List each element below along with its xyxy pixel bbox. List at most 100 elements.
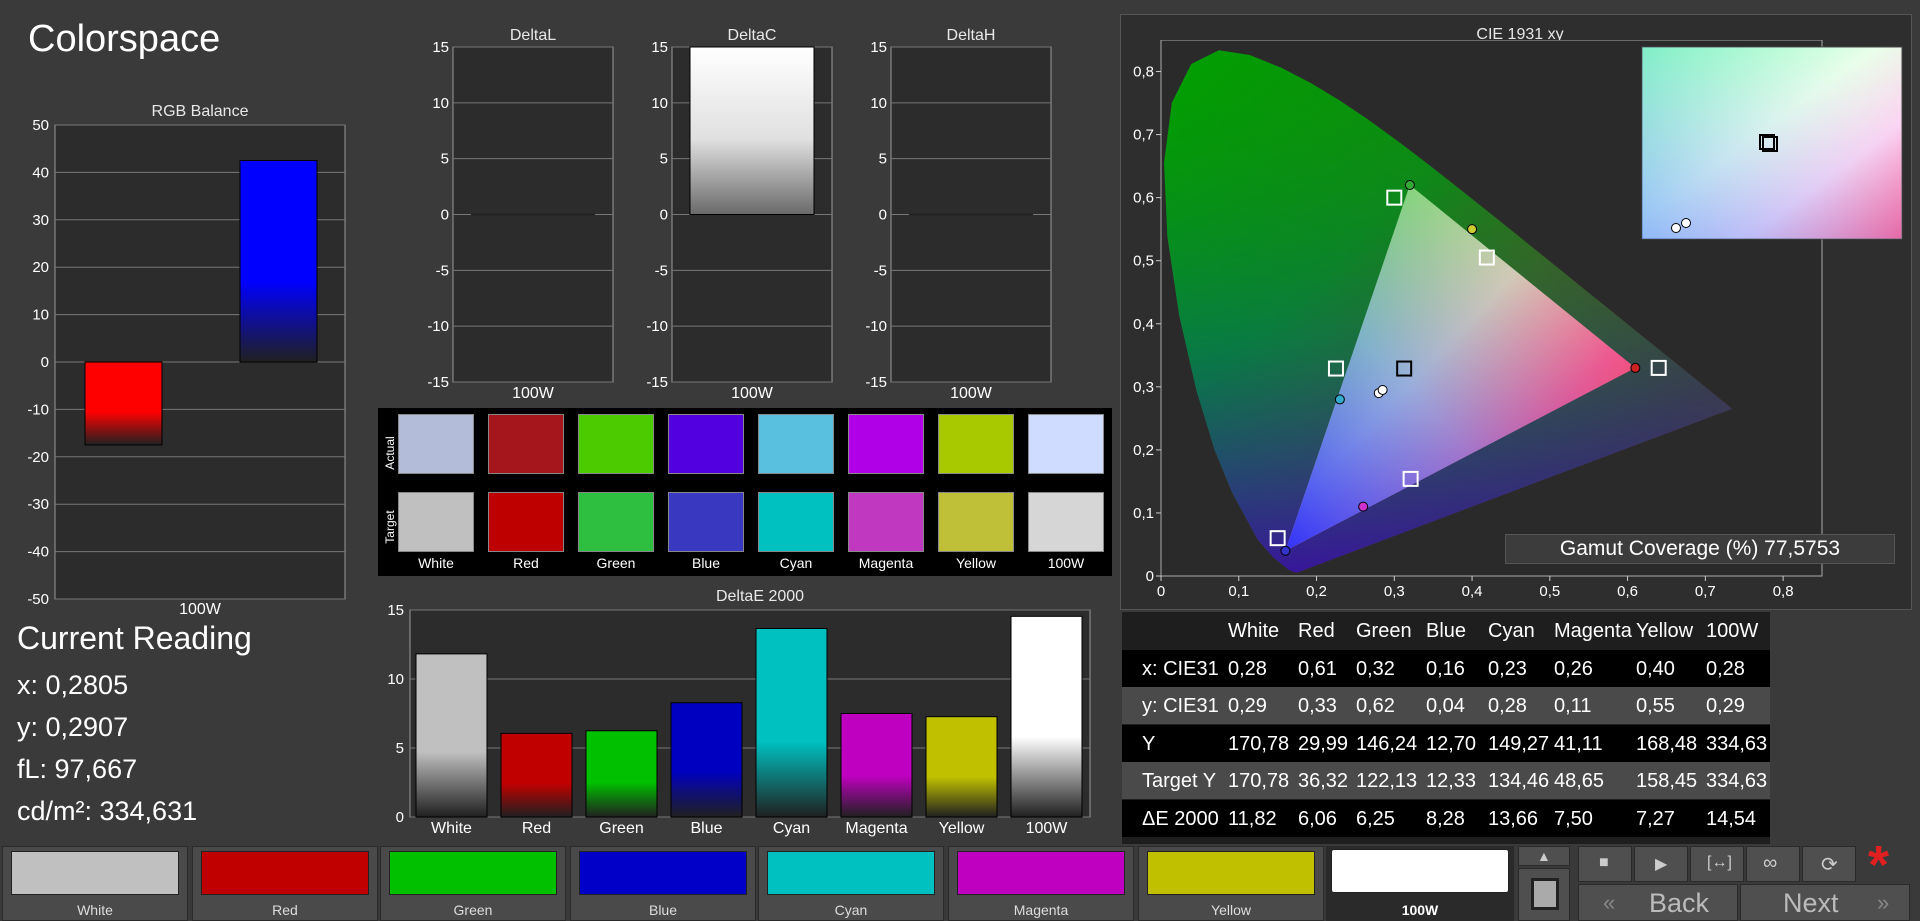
- actual-swatch-blue: [668, 414, 744, 474]
- table-cell: 134,46: [1488, 770, 1550, 792]
- y-tick-label: 5: [660, 151, 668, 168]
- infinity-icon: ∞: [1763, 852, 1778, 874]
- play-button[interactable]: ▶: [1634, 846, 1688, 882]
- table-row: Y 170,78 29,99 146,24 12,70 149,27 41,11 168,48…: [1122, 724, 1770, 762]
- back-button[interactable]: « Back: [1578, 884, 1738, 921]
- swatch-label: Cyan: [779, 555, 813, 571]
- y-tick-label: 40: [32, 164, 49, 181]
- row-label: x: CIE31: [1142, 657, 1219, 680]
- stop-icon: ■: [1599, 854, 1609, 871]
- y-tick-label: -5: [436, 262, 449, 279]
- next-button[interactable]: Next »: [1740, 884, 1910, 921]
- patch-label: Green: [453, 902, 493, 918]
- refresh-button[interactable]: ⟳: [1802, 846, 1856, 882]
- y-tick-label: 0: [396, 809, 404, 826]
- table-cell: 36,32: [1298, 770, 1349, 792]
- x-tick-label: 100W: [179, 601, 222, 615]
- gamut-coverage: Gamut Coverage (%) 77,5753: [1505, 534, 1895, 564]
- y-tick-label: 0,1: [1133, 505, 1154, 522]
- patch-color: [957, 851, 1125, 895]
- table-cell: 0,11: [1554, 695, 1592, 717]
- y-tick-label: 5: [441, 151, 449, 168]
- column-header: Blue: [1426, 620, 1467, 642]
- target-swatch-green: [578, 492, 654, 552]
- table-row: Target Y 170,78 36,32 122,13 12,33 134,46 48,6…: [1122, 762, 1770, 799]
- target-swatch-yellow: [938, 492, 1014, 552]
- loop-button[interactable]: ∞: [1746, 846, 1800, 882]
- patch-color: [1331, 849, 1509, 893]
- table-cell: 334,63: [1706, 732, 1768, 755]
- deltae-bar: [925, 716, 998, 818]
- table-cell: 0,40: [1636, 657, 1675, 680]
- table-row: y: CIE31 0,29 0,33 0,62 0,04 0,28 0,11 0,55 0,29: [1122, 687, 1770, 724]
- target-swatch-red: [488, 492, 564, 552]
- table-cell: 122,13: [1356, 770, 1418, 792]
- x-tick-label: 0,4: [1462, 583, 1483, 600]
- patch-label: Yellow: [1211, 902, 1251, 918]
- delta-chart: 15 10 5 0 -5 -10 -15 100W: [865, 40, 1052, 402]
- y-tick-label: 10: [870, 95, 887, 112]
- y-tick-label: -50: [27, 591, 49, 608]
- y-tick-label: 0,2: [1133, 442, 1154, 459]
- results-table: White Red Green Blue Cyan Magenta Yellow 100W x:…: [1122, 612, 1770, 844]
- y-tick-label: -10: [865, 318, 887, 335]
- table-cell: 0,29: [1706, 695, 1745, 717]
- table-cell: 158,45: [1636, 770, 1698, 792]
- current-reading-title: Current Reading: [17, 620, 252, 656]
- measured-point: [1404, 180, 1415, 191]
- y-tick-label: 5: [396, 740, 404, 757]
- step-icon: [↔]: [1707, 854, 1732, 871]
- row-label: Target Y: [1142, 770, 1217, 792]
- deltae-bar: [500, 732, 573, 818]
- x-tick-label: 0,7: [1695, 583, 1716, 600]
- actual-swatch-100w: [1028, 414, 1104, 474]
- table-cell: 0,62: [1356, 695, 1395, 717]
- column-header: White: [1228, 620, 1280, 642]
- table-cell: 48,65: [1554, 770, 1605, 792]
- y-tick-label: 15: [432, 40, 449, 56]
- actual-swatch-red: [488, 414, 564, 474]
- y-tick-label: 10: [651, 95, 668, 112]
- stop-button[interactable]: ■: [1578, 846, 1632, 882]
- x-tick-label: 0,3: [1384, 583, 1405, 600]
- x-tick-label: 0,6: [1617, 583, 1638, 600]
- scroll-up-button[interactable]: ▲: [1518, 846, 1570, 866]
- reading-cdm2: cd/m²: 334,631: [17, 796, 198, 826]
- patch-button-100w[interactable]: 100W: [1326, 846, 1514, 921]
- x-tick-label: 100W: [950, 385, 993, 402]
- patch-button-yellow[interactable]: Yellow: [1138, 846, 1324, 921]
- swatch-label: Blue: [691, 555, 721, 571]
- y-tick-label: 10: [32, 307, 49, 324]
- patch-button-red[interactable]: Red: [192, 846, 378, 921]
- step-button[interactable]: [↔]: [1690, 846, 1744, 882]
- column-header: Magenta: [1554, 620, 1632, 642]
- x-tick-label: 0: [1157, 583, 1165, 600]
- actual-swatch-white: [398, 414, 474, 474]
- inset-measured-point: [1671, 223, 1681, 233]
- y-tick-label: 30: [32, 212, 49, 229]
- target-swatch-magenta: [848, 492, 924, 552]
- column-header: Cyan: [1488, 620, 1535, 642]
- play-icon: ▶: [1655, 856, 1668, 873]
- target-label: Target: [383, 510, 397, 544]
- x-tick-label: 0,8: [1773, 583, 1794, 600]
- x-tick-label: Green: [599, 820, 643, 837]
- table-header-row: White Red Green Blue Cyan Magenta Yellow 100W: [1122, 612, 1770, 649]
- patch-button-cyan[interactable]: Cyan: [758, 846, 944, 921]
- table-cell: 8,28: [1426, 807, 1465, 830]
- deltae-bar: [840, 713, 913, 818]
- table-cell: 0,28: [1488, 695, 1527, 717]
- stop-square-button[interactable]: [1518, 868, 1570, 921]
- swatch-grid: Actual Target White Red Green Blue Cyan Magen…: [378, 408, 1112, 576]
- patch-button-white[interactable]: White: [2, 846, 188, 921]
- table-cell: 7,27: [1636, 807, 1675, 830]
- patch-button-magenta[interactable]: Magenta: [948, 846, 1134, 921]
- patch-button-blue[interactable]: Blue: [570, 846, 756, 921]
- measured-point: [1630, 362, 1641, 373]
- patch-button-green[interactable]: Green: [380, 846, 566, 921]
- target-swatch-blue: [668, 492, 744, 552]
- actual-label: Actual: [383, 436, 397, 470]
- table-row: x: CIE31 0,28 0,61 0,32 0,16 0,23 0,26 0,40 0,28: [1122, 649, 1770, 687]
- swatch-label: Magenta: [858, 555, 914, 571]
- x-tick-label: 0,2: [1306, 583, 1327, 600]
